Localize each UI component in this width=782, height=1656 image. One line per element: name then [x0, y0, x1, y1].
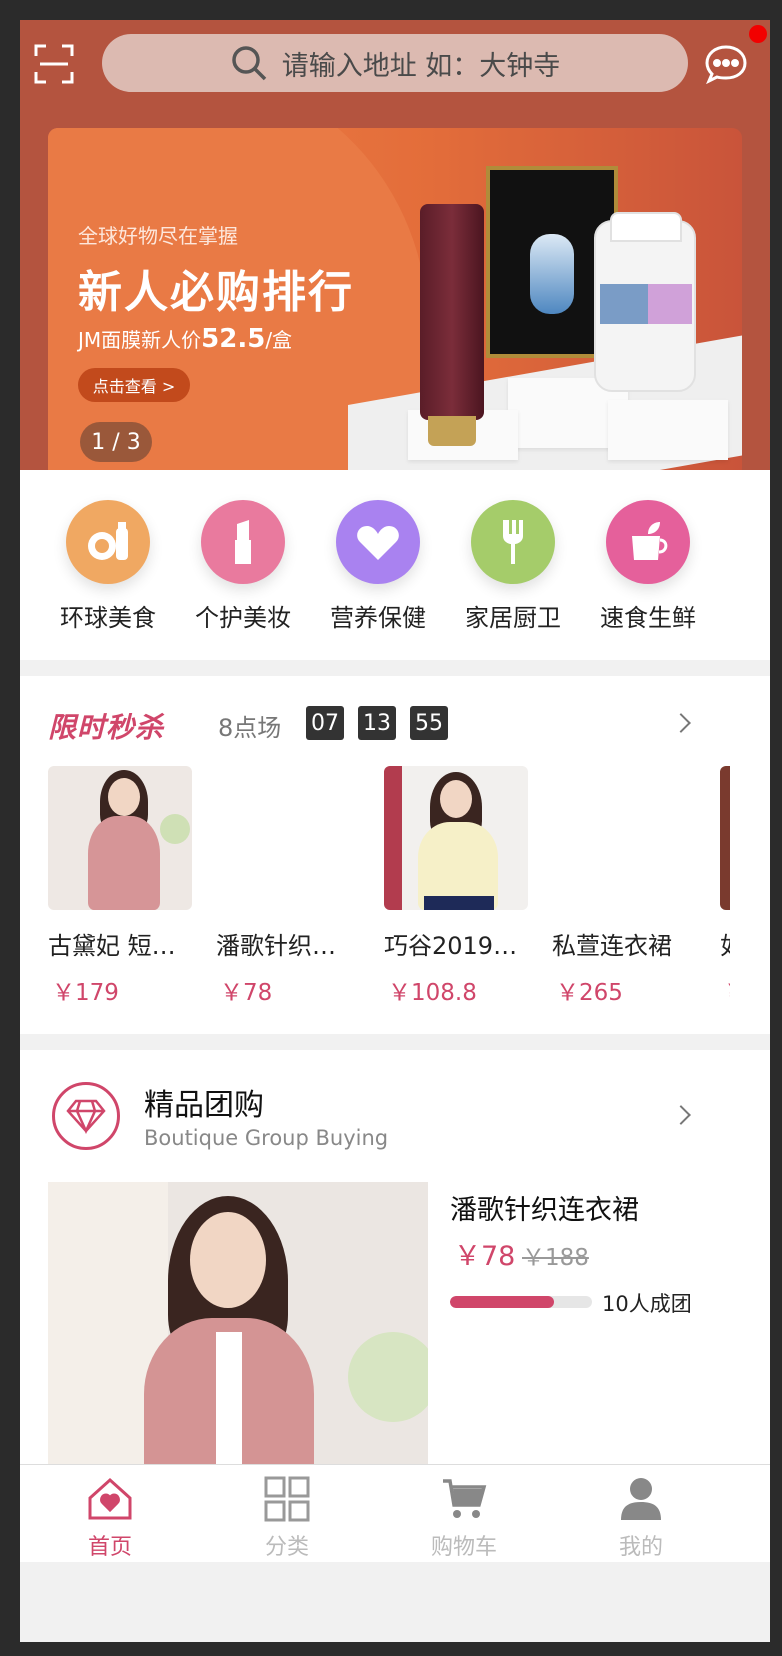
category-nav: 环球美食 个护美妆 营养保健 家居厨卫 速食生鲜: [20, 470, 770, 660]
category-home-kitchen[interactable]: 家居厨卫: [453, 500, 573, 633]
search-placeholder: 请输入地址 如：大钟寺: [281, 50, 561, 82]
phone-screen: 请输入地址 如：大钟寺 全球好物尽在掌握 新人必购排行 JM面膜新人价52.5/…: [20, 20, 770, 1642]
group-buy-progress-fill: [450, 1296, 554, 1308]
group-buy-title: 精品团购: [144, 1088, 264, 1123]
flash-item-image: [720, 766, 730, 910]
search-input[interactable]: 请输入地址 如：大钟寺: [102, 34, 688, 92]
group-buy-people: 10人成团: [602, 1292, 692, 1316]
header: 请输入地址 如：大钟寺 全球好物尽在掌握 新人必购排行 JM面膜新人价52.5/…: [20, 20, 770, 478]
flash-sale-more-icon[interactable]: [671, 713, 691, 733]
flash-item-image: [48, 766, 192, 910]
flash-item[interactable]: 古黛妃 短… ￥179: [48, 766, 198, 1007]
flash-item[interactable]: 私萱连衣裙 ￥265: [552, 766, 702, 1007]
banner-subtitle: 全球好物尽在掌握: [78, 224, 238, 248]
heart-icon: [336, 500, 420, 584]
flash-item[interactable]: 如 ￥: [720, 766, 730, 1007]
group-buy-subtitle: Boutique Group Buying: [144, 1126, 389, 1150]
banner-title: 新人必购排行: [78, 267, 354, 318]
fork-icon: [471, 500, 555, 584]
tab-profile[interactable]: 我的: [581, 1473, 701, 1561]
cart-icon: [404, 1473, 524, 1525]
banner-pager: 1 / 3: [80, 422, 152, 462]
group-buy-product-image[interactable]: [48, 1182, 428, 1492]
bottom-tab-bar: 首页 分类 购物车 我的: [20, 1464, 770, 1562]
diamond-icon: [52, 1082, 120, 1150]
countdown-hours: 07: [306, 706, 344, 740]
flash-item-image: [216, 766, 360, 910]
category-fresh-food[interactable]: 速食生鲜: [588, 500, 708, 633]
tab-home[interactable]: 首页: [50, 1473, 170, 1561]
user-icon: [581, 1473, 701, 1525]
promo-banner[interactable]: 全球好物尽在掌握 新人必购排行 JM面膜新人价52.5/盒 点击查看 > 1 /…: [48, 128, 742, 478]
flash-sale-slot: 8点场: [218, 714, 282, 742]
supplement-product-image: [594, 212, 696, 392]
group-buy-more-icon[interactable]: [671, 1105, 691, 1125]
category-beauty[interactable]: 个护美妆: [183, 500, 303, 633]
search-icon: [231, 46, 266, 81]
tab-cart[interactable]: 购物车: [404, 1473, 524, 1561]
group-buy-section: 精品团购 Boutique Group Buying 潘歌针织连衣裙 ￥78 ￥…: [20, 1050, 770, 1492]
flash-item[interactable]: 巧谷2019… ￥108.8: [384, 766, 534, 1007]
category-global-food[interactable]: 环球美食: [48, 500, 168, 633]
lipstick-icon: [201, 500, 285, 584]
countdown-minutes: 13: [358, 706, 396, 740]
banner-view-button[interactable]: 点击查看 >: [78, 368, 190, 402]
cup-icon: [606, 500, 690, 584]
flash-item-image: [384, 766, 528, 910]
category-health[interactable]: 营养保健: [318, 500, 438, 633]
home-icon: [50, 1473, 170, 1525]
flash-sale-title: 限时秒杀: [48, 711, 165, 744]
group-buy-price: ￥78: [454, 1241, 516, 1272]
countdown-seconds: 55: [410, 706, 448, 740]
notification-dot: [749, 25, 767, 43]
food-icon: [66, 500, 150, 584]
category-icon: [227, 1473, 347, 1525]
flash-item[interactable]: 潘歌针织… ￥78: [216, 766, 366, 1007]
cleanser-product-image: [420, 204, 484, 446]
flash-sale-section: 限时秒杀 8点场 07 13 55 古黛妃 短… ￥179 潘歌针织… ￥78: [20, 676, 770, 1034]
group-buy-product-name[interactable]: 潘歌针织连衣裙: [450, 1188, 639, 1227]
group-buy-progress-bar: [450, 1296, 592, 1308]
scan-icon[interactable]: [34, 44, 74, 84]
message-icon[interactable]: [704, 44, 748, 85]
group-buy-original-price: ￥188: [522, 1245, 589, 1271]
flash-item-image: [552, 766, 696, 910]
tab-category[interactable]: 分类: [227, 1473, 347, 1561]
banner-promo: JM面膜新人价52.5/盒: [78, 324, 293, 354]
